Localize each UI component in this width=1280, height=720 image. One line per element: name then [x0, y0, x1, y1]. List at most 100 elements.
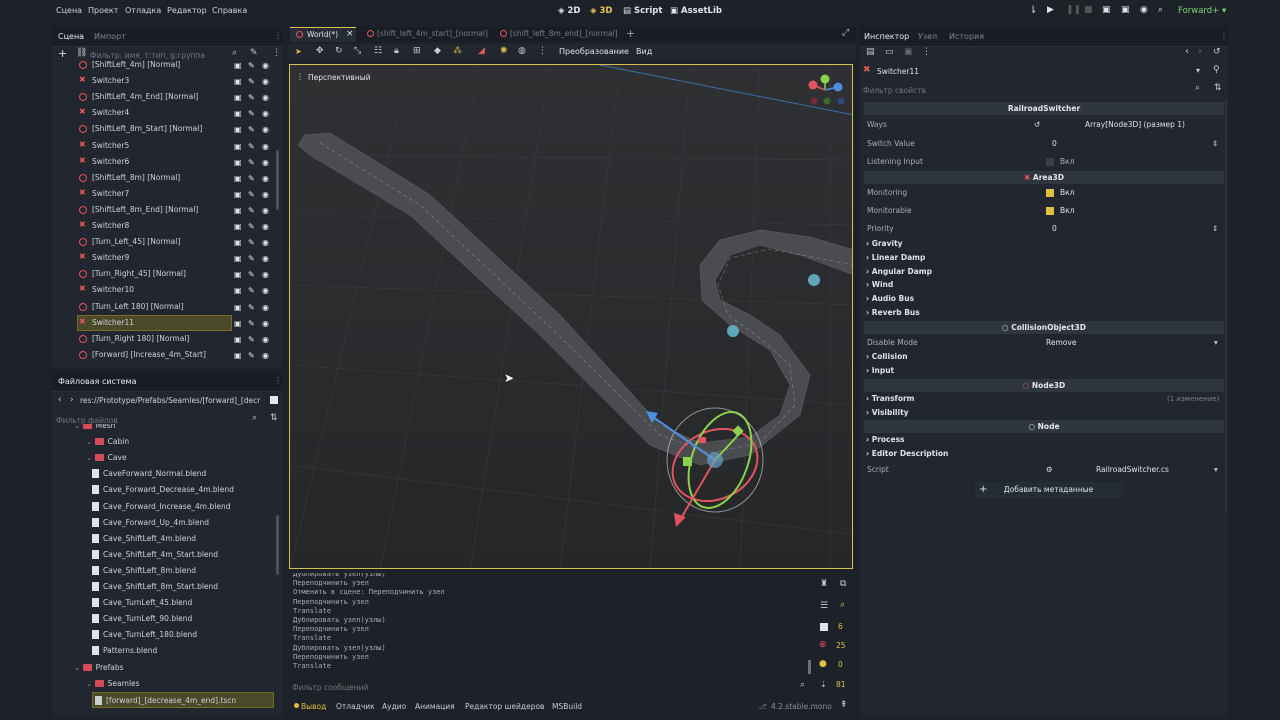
scene-instance-icon[interactable]: ▣ [234, 283, 242, 299]
editor-tab-shift-left-8m[interactable]: [shift_left_8m_end]_[normal] [497, 27, 622, 42]
file-item[interactable]: Cave_TurnLeft_180.blend [92, 627, 197, 643]
tab-debugger[interactable]: Отладчик [336, 702, 375, 711]
scene-tree-node[interactable]: [Turn_Right 180] [Normal] ▣ ✎ ◉ [0, 331, 269, 347]
visibility-icon[interactable]: ◉ [262, 74, 269, 90]
script-icon[interactable]: ✎ [248, 106, 255, 122]
visibility-icon[interactable]: ◉ [262, 58, 269, 74]
play-scene-icon[interactable]: ▣ [1102, 5, 1111, 15]
folder-item[interactable]: ⌄ Seamles [86, 676, 140, 692]
scene-tree-node[interactable]: ✖ Switcher7 ▣ ✎ ◉ [0, 186, 269, 202]
object-history-icon[interactable]: ↺ [1213, 47, 1221, 57]
file-item[interactable]: Cave_ShiftLeft_8m_Start.blend [92, 579, 218, 595]
waypoint-marker[interactable] [808, 274, 820, 286]
scene-tree-node[interactable]: ✖ Switcher9 ▣ ✎ ◉ [0, 250, 269, 266]
filesystem-path[interactable]: res://Prototype/Prefabs/Seamles/[forward… [80, 394, 266, 408]
script-icon[interactable]: ✎ [248, 300, 255, 316]
prop-priority[interactable]: Priority 0 ⇕ [864, 220, 1224, 238]
mode-script-button[interactable]: ▤ Script [623, 6, 662, 16]
forward-icon[interactable]: › [70, 395, 74, 405]
waypoint-marker[interactable] [727, 325, 739, 337]
prop-script[interactable]: Script ⚙ RailroadSwitcher.cs ▾ [864, 461, 1224, 479]
file-item[interactable]: CaveForward_Normal.blend [92, 466, 206, 482]
scene-tree-node[interactable]: ✖ Switcher11 ▣ ✎ ◉ [0, 314, 269, 331]
menu-scene[interactable]: Сцена [56, 6, 82, 15]
property-filter-input[interactable] [863, 84, 1183, 96]
tab-inspector[interactable]: Инспектор [864, 32, 909, 41]
checkbox-checked[interactable] [1046, 189, 1054, 197]
mode-assetlib-button[interactable]: ▣ AssetLib [670, 6, 722, 16]
scene-instance-icon[interactable]: ▣ [234, 219, 242, 235]
class-header-area3d[interactable]: ✖ Area3D [864, 171, 1224, 184]
checkbox-checked[interactable] [1046, 207, 1054, 215]
script-icon[interactable]: ✎ [248, 58, 255, 74]
chevron-down-icon[interactable]: ⌄ [74, 663, 83, 672]
scene-tree-node[interactable]: ✖ Switcher10 ▣ ✎ ◉ [0, 282, 269, 298]
group-angular-damp[interactable]: › Angular Damp [866, 265, 932, 279]
tab-msbuild[interactable]: MSBuild [552, 702, 582, 711]
editor-tab-world[interactable]: World(*) × [290, 27, 356, 42]
reset-icon[interactable]: ↺ [1034, 116, 1040, 134]
tab-audio[interactable]: Аудио [382, 702, 406, 711]
chevron-down-icon[interactable]: ⌄ [86, 453, 95, 462]
scene-instance-icon[interactable]: ▣ [234, 90, 242, 106]
output-scrollbar[interactable] [808, 660, 811, 674]
prop-listening-input[interactable]: Listening Input Вкл [864, 153, 1224, 171]
group-icon[interactable]: ⊞ [413, 46, 421, 56]
scene-instance-icon[interactable]: ▣ [234, 316, 242, 332]
local-space-icon[interactable]: ⁂ [453, 46, 462, 56]
scene-tree-node[interactable]: ✖ Switcher4 ▣ ✎ ◉ [0, 105, 269, 121]
clear-output-icon[interactable]: ♜ [820, 579, 828, 589]
toggle-search-icon[interactable]: ☰ [820, 601, 828, 611]
errors-filter[interactable]: ⊗ 25 [818, 640, 858, 658]
rotate-tool-icon[interactable]: ↻ [335, 46, 343, 56]
close-tab-icon[interactable]: × [346, 29, 354, 39]
scene-instance-icon[interactable]: ▣ [234, 58, 242, 74]
tab-import[interactable]: Импорт [94, 32, 126, 41]
scene-tree-node[interactable]: ✖ Switcher8 ▣ ✎ ◉ [0, 218, 269, 234]
menu-editor[interactable]: Редактор [167, 6, 207, 15]
script-icon[interactable]: ✎ [248, 171, 255, 187]
visibility-icon[interactable]: ◉ [262, 106, 269, 122]
prop-value[interactable]: Remove [1046, 334, 1076, 352]
scene-tree-node[interactable]: [ShiftLeft_4m] [Normal] ▣ ✎ ◉ [0, 57, 269, 73]
dock-menu-icon[interactable]: ⋮ [274, 31, 282, 40]
copy-output-icon[interactable]: ⧉ [840, 579, 846, 589]
viewport-3d[interactable]: ⋮ Перспективный ➤ [289, 64, 853, 569]
scene-instance-icon[interactable]: ▣ [234, 203, 242, 219]
file-item[interactable]: Cave_ShiftLeft_8m.blend [92, 563, 196, 579]
play-icon[interactable]: ▶ [1047, 5, 1054, 15]
script-icon[interactable]: ✎ [248, 348, 255, 364]
perspective-label[interactable]: Перспективный [308, 73, 371, 82]
script-icon[interactable]: ✎ [248, 267, 255, 283]
scene-tree-node[interactable]: ✖ Switcher5 ▣ ✎ ◉ [0, 138, 269, 154]
resource-menu-icon[interactable]: ⋮ [922, 47, 931, 57]
history-forward-icon[interactable]: › [1198, 46, 1202, 57]
spinner-icon[interactable]: ⇕ [1212, 220, 1218, 238]
visibility-icon[interactable]: ◉ [262, 122, 269, 138]
dropdown-icon[interactable]: ▾ [1214, 461, 1218, 479]
script-icon[interactable]: ✎ [248, 155, 255, 171]
class-header-railroad[interactable]: RailroadSwitcher [864, 102, 1224, 115]
version-label[interactable]: 4.2.stable.mono [771, 702, 832, 711]
node-dropdown-icon[interactable]: ▾ [1196, 66, 1200, 75]
visibility-icon[interactable]: ◉ [262, 203, 269, 219]
environment-icon[interactable]: ◍ [518, 46, 526, 56]
mode-2d-button[interactable]: ◈ 2D [558, 6, 580, 16]
inspector-scrollbar[interactable] [1225, 100, 1227, 510]
class-header-node3d[interactable]: ○ Node3D [864, 379, 1224, 392]
file-item[interactable]: Cave_Forward_Up_4m.blend [92, 515, 209, 531]
distraction-free-icon[interactable]: ⤢ [842, 28, 849, 38]
visibility-icon[interactable]: ◉ [262, 235, 269, 251]
chevron-down-icon[interactable]: ⌄ [86, 679, 95, 688]
message-filter-input[interactable] [292, 681, 792, 693]
stop-icon[interactable]: ■ [1084, 5, 1093, 15]
menu-debug[interactable]: Отладка [125, 6, 161, 15]
script-icon[interactable]: ✎ [248, 74, 255, 90]
scene-tree-node[interactable]: [Forward] [Increase_4m_Start] ▣ ✎ ◉ [0, 347, 269, 363]
movie-icon[interactable]: ⇂ [1029, 5, 1037, 16]
pause-icon[interactable]: ❚❚ [1066, 5, 1081, 15]
visibility-icon[interactable]: ◉ [262, 300, 269, 316]
file-item[interactable]: Cave_Forward_Increase_4m.blend [92, 499, 230, 515]
visibility-icon[interactable]: ◉ [262, 251, 269, 267]
file-item[interactable]: Cave_Forward_Decrease_4m.blend [92, 482, 234, 498]
